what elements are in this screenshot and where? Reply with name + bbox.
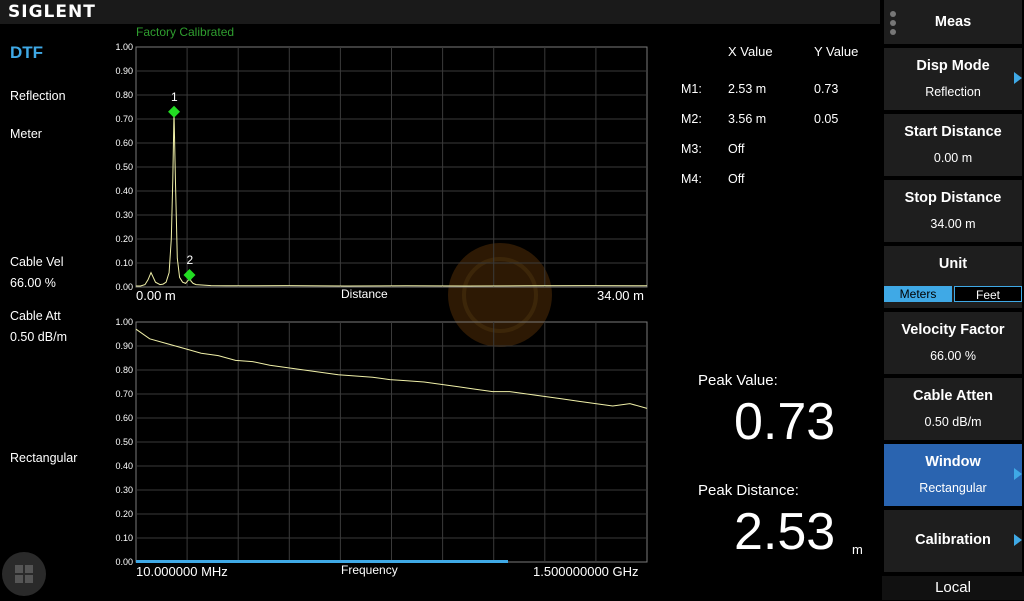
dtf-y-ticks: 1.00 0.90 0.80 0.70 0.60 0.50 0.40 0.30 0.20 0.10… [115, 42, 133, 292]
submenu-arrow-icon [1014, 72, 1022, 84]
window-title: Window [925, 454, 981, 470]
dtf-chart: 1.00 0.90 0.80 0.70 0.60 0.50 0.40 0.30 0.20 0.10… [115, 42, 648, 303]
marker-y-value: 0.73 [814, 82, 838, 96]
start-distance-value: 0.00 m [933, 151, 973, 165]
y-tick-label: 0.30 [115, 210, 133, 220]
y-tick-label: 0.00 [115, 282, 133, 292]
marker-name: M4: [681, 172, 702, 186]
local-status[interactable]: Local [882, 576, 1024, 600]
marker-row-m1: M1: 2.53 m 0.73 [681, 82, 838, 96]
marker-1-diamond[interactable] [168, 105, 181, 118]
y-tick-label: 0.20 [115, 234, 133, 244]
stop-distance-value: 34.00 m [930, 217, 976, 231]
y-tick-label: 0.70 [115, 114, 133, 124]
y-tick-label: 0.90 [115, 341, 133, 351]
velocity-factor-value: 66.00 % [930, 349, 976, 363]
watermark-logo [448, 243, 552, 347]
marker-row-m2: M2: 3.56 m 0.05 [681, 112, 838, 126]
calibration-title: Calibration [915, 532, 991, 548]
sweep-progress-bar [136, 560, 508, 563]
s11-x-stop: 1.500000000 GHz [533, 564, 639, 579]
submenu-arrow-icon [1014, 534, 1022, 546]
y-tick-label: 0.60 [115, 138, 133, 148]
window-value: Rectangular [919, 481, 987, 495]
calibration-button[interactable]: Calibration [884, 510, 1022, 572]
y-tick-label: 0.20 [115, 509, 133, 519]
velocity-factor-title: Velocity Factor [901, 322, 1005, 338]
dtf-x-start: 0.00 m [136, 288, 176, 303]
y-tick-label: 0.70 [115, 389, 133, 399]
stop-distance-title: Stop Distance [904, 190, 1002, 206]
stop-distance-button[interactable]: Stop Distance 34.00 m [884, 180, 1022, 242]
marker-row-m3: M3: Off [681, 142, 745, 156]
marker-name: M1: [681, 82, 702, 96]
y-tick-label: 0.90 [115, 66, 133, 76]
y-tick-label: 0.80 [115, 90, 133, 100]
y-tick-label: 1.00 [115, 42, 133, 52]
y-tick-label: 0.60 [115, 413, 133, 423]
cable-atten-title: Cable Atten [912, 388, 994, 404]
start-distance-title: Start Distance [904, 124, 1002, 140]
marker-name: M3: [681, 142, 702, 156]
unit-feet-option[interactable]: Feet [954, 286, 1022, 302]
y-tick-label: 0.30 [115, 485, 133, 495]
y-tick-label: 0.40 [115, 186, 133, 196]
y-tick-label: 1.00 [115, 317, 133, 327]
marker-1-label: 1 [171, 90, 178, 104]
submenu-arrow-icon [1014, 468, 1022, 480]
menu-title-label: Meas [934, 14, 972, 30]
disp-mode-button[interactable]: Disp Mode Reflection [884, 48, 1022, 110]
marker-x-value: Off [728, 142, 745, 156]
y-tick-label: 0.10 [115, 258, 133, 268]
dtf-x-stop: 34.00 m [597, 288, 644, 303]
y-tick-label: 0.50 [115, 437, 133, 447]
marker-2-label: 2 [187, 253, 194, 267]
marker-table-x-header: X Value [728, 44, 773, 59]
peak-value-label: Peak Value: [698, 372, 778, 389]
s11-chart: 1.00 0.90 0.80 0.70 0.60 0.50 0.40 0.30 0.20 0.10… [115, 317, 648, 579]
s11-y-ticks: 1.00 0.90 0.80 0.70 0.60 0.50 0.40 0.30 0.20 0.10… [115, 317, 133, 567]
marker-2-diamond[interactable] [183, 269, 196, 281]
marker-y-value: 0.05 [814, 112, 838, 126]
window-button[interactable]: Window Rectangular [884, 444, 1022, 506]
peak-distance-unit: m [852, 542, 863, 557]
unit-title: Unit [938, 256, 968, 272]
marker-name: M2: [681, 112, 702, 126]
app-grid-icon[interactable] [2, 552, 46, 596]
disp-mode-value: Reflection [925, 85, 981, 99]
cable-atten-value: 0.50 dB/m [924, 415, 982, 429]
cable-atten-button[interactable]: Cable Atten 0.50 dB/m [884, 378, 1022, 440]
dtf-x-label: Distance [341, 287, 388, 301]
start-distance-button[interactable]: Start Distance 0.00 m [884, 114, 1022, 176]
marker-x-value: 3.56 m [728, 112, 766, 126]
marker-row-m4: M4: Off [681, 172, 745, 186]
velocity-factor-button[interactable]: Velocity Factor 66.00 % [884, 312, 1022, 374]
y-tick-label: 0.80 [115, 365, 133, 375]
y-tick-label: 0.40 [115, 461, 133, 471]
disp-mode-title: Disp Mode [916, 58, 990, 74]
marker-table-y-header: Y Value [814, 44, 858, 59]
s11-x-label: Frequency [341, 563, 398, 577]
marker-x-value: Off [728, 172, 745, 186]
s11-grid [136, 322, 647, 562]
menu-title-meas[interactable]: Meas [884, 0, 1022, 44]
peak-distance-label: Peak Distance: [698, 482, 799, 499]
y-tick-label: 0.00 [115, 557, 133, 567]
y-tick-label: 0.10 [115, 533, 133, 543]
marker-table: X Value Y Value M1: 2.53 m 0.73 M2: 3.56… [681, 44, 858, 186]
y-tick-label: 0.50 [115, 162, 133, 172]
s11-x-start: 10.000000 MHz [136, 564, 228, 579]
dtf-grid [136, 47, 647, 287]
peak-distance: 2.53 [734, 503, 836, 561]
marker-x-value: 2.53 m [728, 82, 766, 96]
peak-value: 0.73 [734, 393, 836, 451]
unit-meters-option[interactable]: Meters [884, 286, 952, 302]
softkey-menu: Meas Disp Mode Reflection Start Distance… [882, 0, 1024, 600]
